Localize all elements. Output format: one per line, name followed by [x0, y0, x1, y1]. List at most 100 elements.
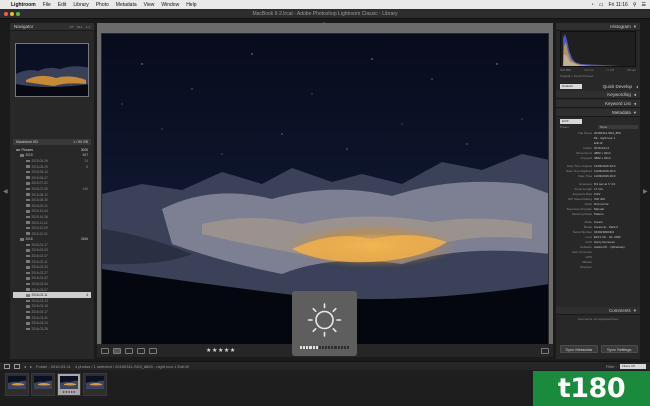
metadata-value[interactable]: 4882 x 3214	[594, 156, 638, 161]
folder-name: 2015-05-26	[16, 159, 48, 163]
folder-name: 2016-03-04	[16, 282, 48, 286]
rating-stars[interactable]: ★★★★★	[206, 347, 236, 354]
comments-header[interactable]: Comments ▾	[556, 307, 640, 315]
nav-forward-icon[interactable]: ▸	[30, 364, 32, 369]
folder-name: 2016-02-03	[16, 248, 48, 252]
folder-label: 2015-10-28	[31, 214, 48, 219]
wifi-icon[interactable]: ◔	[591, 2, 594, 8]
folder-icon	[26, 215, 30, 219]
quick-develop-label[interactable]: Quick Develop	[603, 84, 632, 89]
loupe-view-icon[interactable]	[113, 347, 121, 354]
notification-icon[interactable]: ☰	[642, 2, 646, 8]
compare-view-icon[interactable]	[125, 347, 133, 354]
histogram[interactable]	[560, 31, 636, 67]
folder-name: 2016-01-17	[16, 243, 48, 247]
collapse-left-arrow-icon[interactable]: ◀	[3, 188, 8, 195]
preset-select[interactable]: None	[598, 125, 638, 129]
folder-label: 2016-02-11	[31, 259, 48, 264]
sync-metadata-button[interactable]: Sync Metadata	[560, 345, 598, 353]
menu-help[interactable]: Help	[186, 2, 196, 8]
metadata-value[interactable]: 11/03/2016 20:0	[594, 174, 638, 179]
folder-label: 2015-06-27	[31, 175, 48, 180]
keyword-list-label: Keyword List	[604, 101, 631, 106]
grid-view-icon[interactable]	[101, 347, 109, 354]
menu-library[interactable]: Library	[73, 2, 88, 8]
metadata-header[interactable]: Metadata ▾	[556, 109, 640, 117]
navigator-header[interactable]: Navigator FIT FILL 1:1	[10, 23, 94, 31]
folder-row[interactable]: 2016-03-28	[13, 326, 91, 332]
filmstrip-thumbnail[interactable]	[83, 373, 107, 396]
folder-icon	[26, 210, 30, 213]
survey-view-icon[interactable]	[137, 347, 145, 354]
filmstrip-folder[interactable]: Folder : 2016-03-11	[36, 364, 71, 369]
metadata-value[interactable]	[594, 265, 638, 270]
folder-icon	[26, 265, 30, 269]
search-icon[interactable]: ⚲	[633, 2, 637, 8]
folder-icon	[26, 187, 30, 191]
histogram-label: Histogram	[610, 24, 631, 29]
folder-label: 2016-02-23	[31, 265, 48, 270]
folder-name: 2015	[16, 153, 33, 157]
comments-label: Comments	[608, 308, 631, 313]
quick-develop-collapse-icon[interactable]: ◂	[636, 84, 638, 89]
brightness-segment	[321, 346, 324, 349]
filmstrip-thumbnail[interactable]: ★★★★★	[57, 373, 81, 396]
thumbnail-image	[34, 376, 52, 389]
people-view-icon[interactable]	[149, 347, 157, 354]
brightness-segment	[331, 346, 334, 349]
quick-develop-preset-select[interactable]: Defaults	[560, 83, 582, 89]
folders-volume-header[interactable]: Macintosh HD 1 / 50 GB	[13, 139, 91, 145]
histogram-collapse-icon[interactable]: ▾	[634, 24, 636, 30]
filter-select[interactable]: Filters Off	[620, 363, 646, 369]
zoom-fit[interactable]: FIT	[69, 25, 74, 29]
metadata-collapse-icon[interactable]: ▾	[634, 110, 636, 116]
menu-lightroom[interactable]: Lightroom	[11, 2, 36, 8]
second-window-icon[interactable]	[14, 363, 20, 369]
keywording-header[interactable]: Keywording ◂	[556, 91, 640, 99]
menubar-clock[interactable]: Fri 11:16	[608, 2, 627, 8]
metadata-row: Metering Mode Pattern	[558, 212, 638, 217]
brightness-segment	[337, 346, 340, 349]
original-smart-preview: Original + Smart Preview	[560, 74, 594, 78]
toolbar-options-icon[interactable]	[541, 347, 549, 354]
battery-icon[interactable]: ▭	[599, 2, 604, 8]
folder-name: 2015-06-27	[16, 176, 48, 180]
comments-collapse-icon[interactable]: ▾	[634, 308, 636, 314]
folder-name: 2015-08-30	[16, 198, 48, 202]
brightness-segment	[346, 346, 349, 349]
menu-file[interactable]: File	[43, 2, 51, 8]
folder-label: 2015-06-14	[31, 170, 48, 175]
metadata-view-select[interactable]: EXIF	[560, 119, 582, 124]
collapse-right-arrow-icon[interactable]: ▶	[643, 188, 648, 195]
histogram-header[interactable]: Histogram ▾	[556, 23, 640, 31]
filmstrip-thumbnail[interactable]	[5, 373, 29, 396]
filmstrip-thumbnail[interactable]	[31, 373, 55, 396]
navigator-preview[interactable]	[15, 43, 89, 97]
metadata-key: Direction	[580, 265, 592, 269]
histo-aperture: f / 2.8	[606, 68, 614, 72]
folder-label: 2015-10-04	[31, 209, 48, 214]
folder-label: 2016-03-04	[31, 282, 48, 287]
menu-view[interactable]: View	[144, 2, 155, 8]
menu-edit[interactable]: Edit	[58, 2, 67, 8]
main-window-icon[interactable]	[4, 363, 10, 369]
menu-metadata[interactable]: Metadata	[116, 2, 137, 8]
metadata-value[interactable]: Pattern	[594, 212, 638, 217]
folder-name: 2016-02-07	[16, 254, 48, 258]
menu-window[interactable]: Window	[161, 2, 179, 8]
folder-count: 3025	[80, 147, 88, 152]
zoom-1-1[interactable]: 1:1	[86, 25, 90, 29]
folder-name: 2016-03-17	[16, 310, 48, 314]
keywording-collapse-icon[interactable]: ◂	[634, 92, 636, 98]
folder-icon	[26, 321, 30, 325]
folder-label: 2015-07-05	[31, 186, 48, 191]
folder-label: 2015-07-02	[31, 181, 48, 186]
nav-back-icon[interactable]: ◂	[24, 364, 26, 369]
folder-icon	[26, 221, 30, 224]
sync-settings-button[interactable]: Sync Settings	[600, 345, 638, 353]
zoom-fill[interactable]: FILL	[77, 25, 83, 29]
folder-icon	[26, 254, 30, 258]
keyword-list-collapse-icon[interactable]: ◂	[634, 101, 636, 107]
keyword-list-header[interactable]: Keyword List ◂	[556, 100, 640, 108]
menu-photo[interactable]: Photo	[96, 2, 109, 8]
